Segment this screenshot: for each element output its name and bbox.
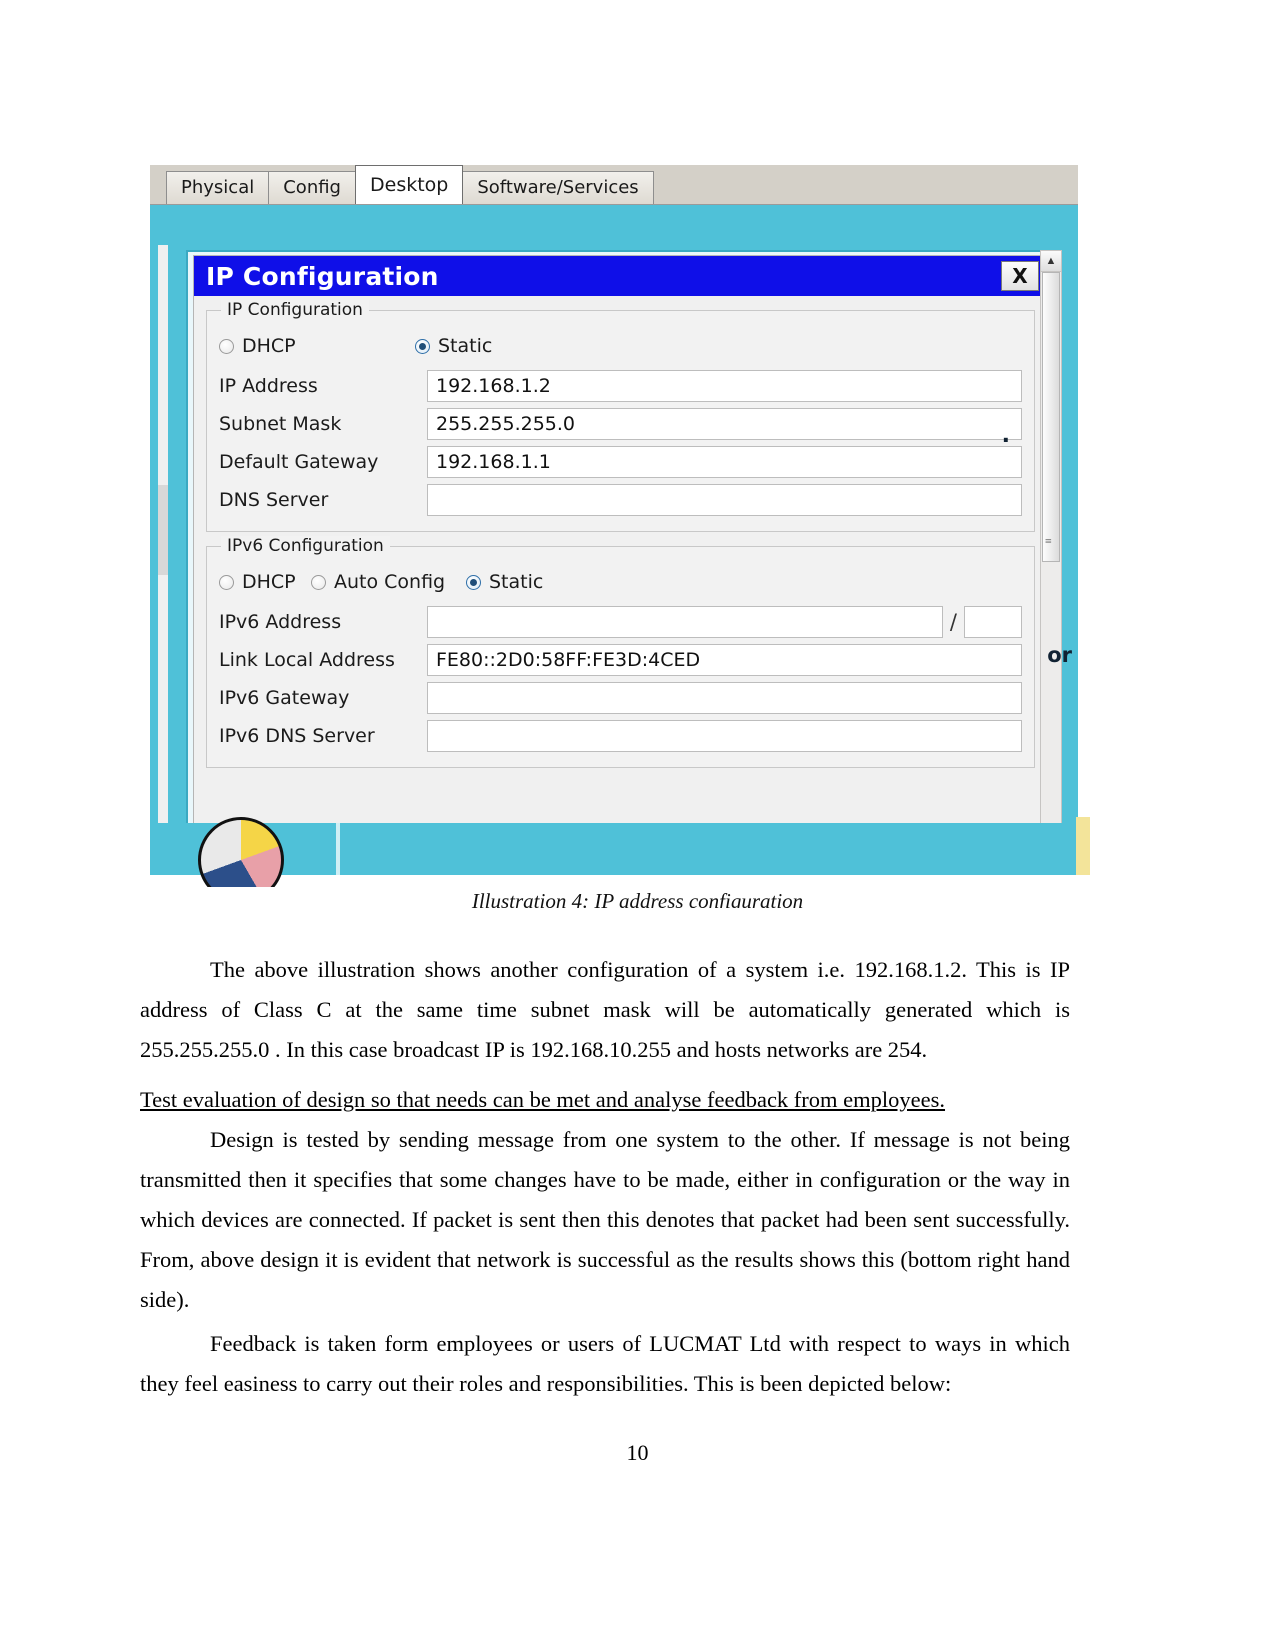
ipv6-address-label: IPv6 Address	[219, 611, 342, 633]
edge-artifact-dot: .	[1001, 423, 1010, 448]
ipv6-radio-auto-config[interactable]: Auto Config	[311, 571, 466, 593]
ipv6-group-legend: IPv6 Configuration	[221, 536, 390, 556]
ipv4-dns-server-label: DNS Server	[219, 489, 329, 511]
ipv6-radio-static[interactable]: Static	[466, 571, 543, 593]
ipv4-field-dns-server: DNS Server	[219, 481, 1022, 519]
pie-chart-disc	[198, 817, 284, 887]
tab-config-label: Config	[283, 177, 341, 198]
ipv4-default-gateway-input[interactable]: 192.168.1.1	[427, 446, 1022, 478]
radio-unselected-icon	[219, 574, 234, 590]
ipv4-default-gateway-label: Default Gateway	[219, 451, 379, 473]
ipv6-link-local-input[interactable]: FE80::2D0:58FF:FE3D:4CED	[427, 644, 1022, 676]
ipv6-prefix-input[interactable]	[964, 606, 1022, 638]
tab-desktop[interactable]: Desktop	[355, 165, 464, 204]
tab-physical[interactable]: Physical	[166, 171, 270, 204]
scroll-up-arrow-icon[interactable]: ▲	[1041, 251, 1061, 272]
radio-selected-icon	[415, 338, 430, 354]
ipv4-subnet-mask-label: Subnet Mask	[219, 413, 342, 435]
tab-software-services-label: Software/Services	[477, 177, 639, 198]
figure-caption: Illustration 4: IP address configuration	[471, 889, 804, 908]
desktop-pane-scrollbar[interactable]: ▲ ≡	[1040, 250, 1062, 870]
scrollbar-thumb[interactable]	[1042, 272, 1060, 562]
ipv4-radio-static-label: Static	[438, 335, 493, 357]
device-tab-strip: Physical Config Desktop Software/Service…	[150, 165, 1078, 205]
tab-desktop-label: Desktop	[370, 174, 449, 196]
ipv4-ip-address-label: IP Address	[219, 375, 318, 397]
scrollbar-grip-icon: ≡	[1045, 534, 1052, 548]
ipv6-radio-auto-config-label: Auto Config	[334, 571, 446, 593]
section-heading-1: Test evaluation of design so that needs …	[140, 1087, 946, 1112]
ipv6-field-link-local-address: Link Local Address FE80::2D0:58FF:FE3D:4…	[219, 641, 1022, 679]
edge-artifact-partial-label: or	[1047, 643, 1072, 667]
ipv6-address-input[interactable]	[427, 606, 943, 638]
ipv6-gateway-label: IPv6 Gateway	[219, 687, 350, 709]
desktop-taskbar-strip	[150, 817, 1090, 887]
ipv6-radio-dhcp-label: DHCP	[242, 571, 296, 593]
ip-configuration-window: IP Configuration X IP Configuration DHCP…	[193, 255, 1048, 867]
paragraph-1: The above illustration shows another con…	[140, 957, 1070, 1062]
paragraph-2: Design is tested by sending message from…	[140, 1127, 1070, 1312]
ip-configuration-title: IP Configuration	[206, 261, 439, 291]
tab-config[interactable]: Config	[268, 171, 356, 204]
ipv6-radio-static-label: Static	[489, 571, 544, 593]
ip-configuration-titlebar: IP Configuration X	[194, 256, 1047, 296]
ipv4-group-legend: IP Configuration	[221, 300, 369, 320]
radio-unselected-icon	[311, 574, 326, 590]
ipv4-radio-dhcp[interactable]: DHCP	[219, 335, 415, 357]
ipv6-field-dns-server: IPv6 DNS Server	[219, 717, 1022, 755]
ipv6-radio-dhcp[interactable]: DHCP	[219, 571, 311, 593]
ipv6-link-local-label: Link Local Address	[219, 649, 395, 671]
desktop-pane: IP Configuration X IP Configuration DHCP…	[158, 205, 1072, 875]
ipv4-radio-static[interactable]: Static	[415, 335, 492, 357]
ipv4-subnet-mask-input[interactable]: 255.255.255.0	[427, 408, 1022, 440]
pane-left-nub	[158, 485, 168, 575]
ipv4-field-default-gateway: Default Gateway 192.168.1.1	[219, 443, 1022, 481]
tab-software-services[interactable]: Software/Services	[462, 171, 654, 204]
ipv6-dns-server-input[interactable]	[427, 720, 1022, 752]
ipv6-field-gateway: IPv6 Gateway	[219, 679, 1022, 717]
edge-artifact-yellow	[1076, 817, 1090, 875]
ipv6-configuration-group: IPv6 Configuration DHCP Auto Config Stat…	[206, 536, 1035, 768]
radio-selected-icon	[466, 574, 481, 590]
close-icon[interactable]: X	[1001, 261, 1039, 291]
ipv4-dns-server-input[interactable]	[427, 484, 1022, 516]
radio-unselected-icon	[219, 338, 234, 354]
ipv4-radio-dhcp-label: DHCP	[242, 335, 296, 357]
ipv6-prefix-separator: /	[949, 610, 957, 634]
ipv4-field-subnet-mask: Subnet Mask 255.255.255.0	[219, 405, 1022, 443]
ipv4-mode-radio-group: DHCP Static	[219, 329, 1022, 363]
ipv6-gateway-input[interactable]	[427, 682, 1022, 714]
packet-tracer-device-window: Physical Config Desktop Software/Service…	[150, 165, 1090, 887]
pie-chart-icon[interactable]	[198, 817, 290, 887]
ipv4-field-ip-address: IP Address 192.168.1.2	[219, 367, 1022, 405]
ipv6-field-address: IPv6 Address /	[219, 603, 1022, 641]
paragraph-3: Feedback is taken form employees or user…	[140, 1331, 1070, 1396]
ipv6-mode-radio-group: DHCP Auto Config Static	[219, 565, 1022, 599]
ipv6-dns-server-label: IPv6 DNS Server	[219, 725, 375, 747]
document-body: The above illustration shows another con…	[140, 950, 1070, 1408]
strip-divider	[336, 823, 340, 875]
ipv4-ip-address-input[interactable]: 192.168.1.2	[427, 370, 1022, 402]
page-number: 10	[626, 1440, 649, 1465]
tab-physical-label: Physical	[181, 177, 255, 198]
ipv4-configuration-group: IP Configuration DHCP Static IP Address …	[206, 300, 1035, 532]
